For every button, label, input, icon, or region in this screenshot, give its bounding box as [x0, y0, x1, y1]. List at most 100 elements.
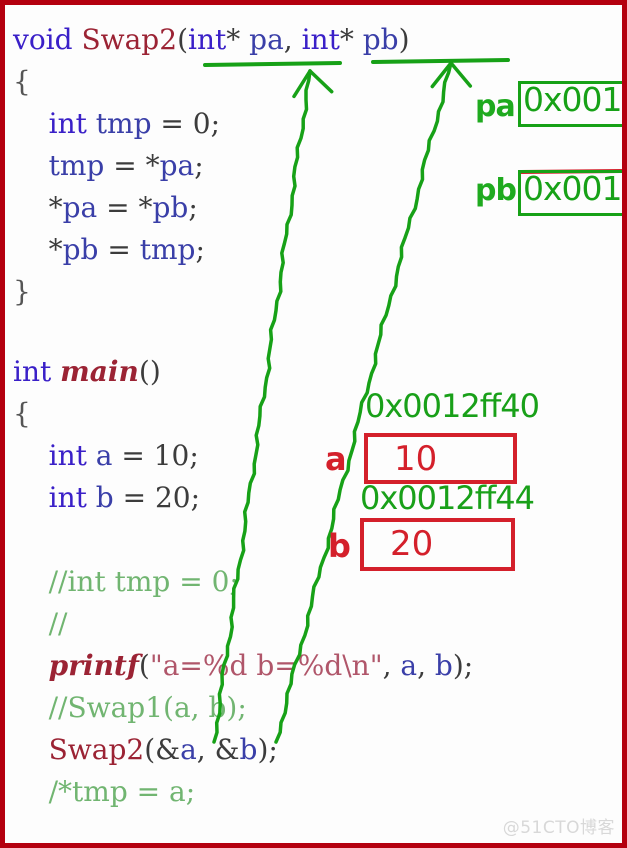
code-line: Swap2(&a, &b);	[13, 735, 278, 765]
code-token: Swap2	[48, 733, 145, 766]
code-line: int b = 20;	[13, 483, 200, 513]
code-token: ;	[190, 481, 201, 514]
code-token: *	[48, 191, 63, 224]
code-line: {	[13, 67, 31, 97]
code-token: ()	[138, 355, 161, 388]
code-token: ;	[188, 191, 198, 224]
code-token: *	[145, 149, 160, 182]
code-line: int main()	[13, 357, 161, 387]
code-token: 0	[192, 107, 211, 140]
code-token: tmp = a;	[72, 775, 196, 808]
code-token: b	[434, 649, 453, 682]
code-token: int	[13, 355, 61, 388]
code-token: b	[95, 481, 114, 514]
code-token: //Swap1(a, b);	[13, 691, 247, 724]
code-token: //int tmp = 0;	[13, 565, 239, 598]
code-token: (	[144, 733, 156, 766]
code-token: void	[13, 23, 82, 56]
code-token: a	[95, 439, 113, 472]
code-token: ;	[195, 233, 205, 266]
code-token: ;	[189, 439, 199, 472]
code-token: {	[13, 65, 31, 98]
code-token: a	[180, 733, 197, 766]
code-token: //	[13, 607, 68, 640]
code-token: int	[48, 107, 87, 140]
code-token: pa	[62, 191, 98, 224]
code-token: Swap2	[81, 23, 178, 56]
code-token: int	[48, 439, 87, 472]
code-token: "a=%d b=%d\n"	[149, 649, 383, 682]
code-token: =	[113, 481, 155, 514]
code-token: b	[239, 733, 258, 766]
code-token: );	[257, 733, 278, 766]
code-token: printf	[48, 649, 139, 682]
code-token: ;	[210, 107, 221, 140]
code-token: ,	[283, 23, 302, 56]
code-line: //Swap1(a, b);	[13, 693, 247, 723]
code-token: }	[13, 275, 31, 308]
code-token: 20	[154, 481, 191, 514]
code-token: pb	[362, 23, 399, 56]
code-token: *	[226, 23, 250, 56]
code-token: *	[48, 233, 63, 266]
code-token: *	[138, 191, 153, 224]
code-token: );	[452, 649, 474, 682]
code-token: int	[188, 23, 227, 56]
slide-image: void Swap2(int* pa, int* pb){ int tmp = …	[0, 0, 627, 848]
code-token: tmp	[95, 107, 152, 140]
code-line: //int tmp = 0;	[13, 567, 239, 597]
code-token: *	[339, 23, 363, 56]
code-token: =	[98, 233, 140, 266]
code-line: }	[13, 277, 31, 307]
slide-canvas: void Swap2(int* pa, int* pb){ int tmp = …	[5, 5, 622, 843]
code-line: int a = 10;	[13, 441, 199, 471]
code-token: tmp	[139, 233, 196, 266]
code-token: ,	[417, 649, 435, 682]
code-line: /*tmp = a;	[13, 775, 196, 808]
code-token: ;	[194, 149, 204, 182]
code-line: *pb = tmp;	[13, 235, 205, 265]
code-token: =	[151, 107, 193, 140]
code-listing: void Swap2(int* pa, int* pb){ int tmp = …	[5, 5, 622, 843]
watermark: @51CTO博客	[502, 818, 615, 838]
code-token: pa	[249, 23, 284, 56]
code-token: &	[214, 733, 240, 766]
code-token: pb	[62, 233, 99, 266]
code-line: printf("a=%d b=%d\n", a, b);	[13, 649, 474, 682]
code-token: int	[48, 481, 87, 514]
code-token: {	[13, 397, 31, 430]
code-line: int tmp = 0;	[13, 109, 220, 139]
code-token: int	[301, 23, 340, 56]
code-line: void Swap2(int* pa, int* pb)	[13, 25, 410, 55]
code-line: {	[13, 399, 31, 429]
code-token: main	[60, 355, 139, 388]
code-token: =	[104, 149, 146, 182]
code-token: (	[177, 23, 188, 56]
code-token: )	[398, 23, 410, 56]
code-token: 10	[153, 439, 190, 472]
code-line: *pa = *pb;	[13, 193, 198, 223]
code-token: ,	[382, 649, 401, 682]
code-token: ,	[196, 733, 215, 766]
code-line: //	[13, 607, 68, 640]
code-token: a	[400, 649, 418, 682]
code-line: tmp = *pa;	[13, 151, 204, 181]
code-token: /*	[48, 775, 73, 808]
code-token: =	[112, 439, 154, 472]
code-token: pa	[159, 149, 195, 182]
code-token: tmp	[48, 149, 105, 182]
code-token: =	[97, 191, 139, 224]
code-token: pb	[152, 191, 189, 224]
